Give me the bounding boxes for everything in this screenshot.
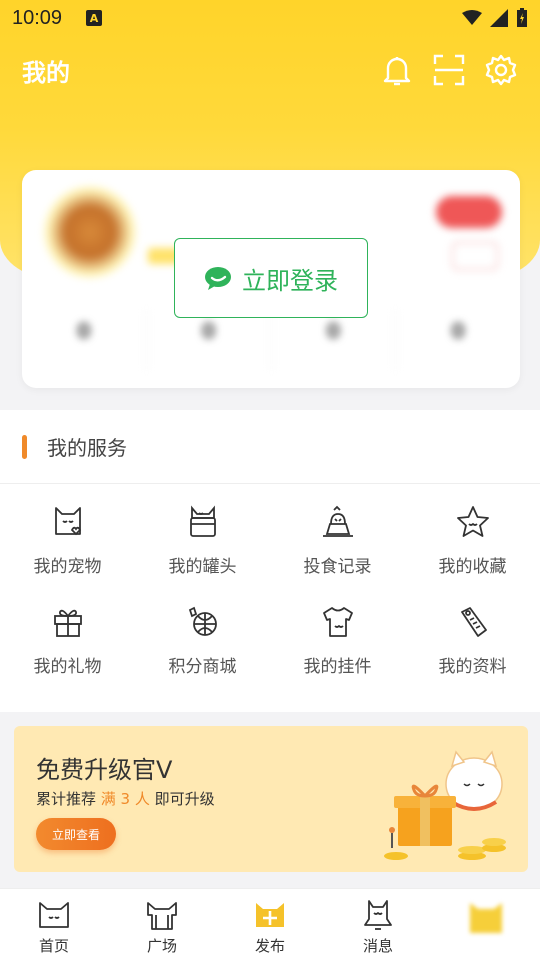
- services-section: 我的服务 我的宠物 我的罐头 投食记录 我的收藏 我的礼物 积分商城 我的挂件 …: [0, 410, 540, 712]
- bell-icon[interactable]: [380, 53, 414, 87]
- tab-label: 发布: [254, 937, 285, 955]
- tab-me[interactable]: [432, 889, 540, 960]
- wifi-icon: [462, 10, 482, 25]
- services-title: 我的服务: [47, 436, 127, 460]
- banner-description: 累计推荐 满 3 人 即可升级: [36, 788, 215, 809]
- profile-stats: 0 0 0 0: [22, 310, 520, 370]
- settings-gear-icon[interactable]: [484, 53, 518, 87]
- feeding-icon: [320, 502, 356, 542]
- stat-value: 0: [451, 319, 466, 343]
- services-grid: 我的宠物 我的罐头 投食记录 我的收藏 我的礼物 积分商城 我的挂件 我的资料: [0, 484, 540, 702]
- top-bar: 我的: [0, 48, 540, 92]
- banner-desc-prefix: 累计推荐: [36, 790, 101, 808]
- lucky-cat-gift-illustration: [384, 750, 506, 860]
- tab-label: 首页: [38, 937, 69, 955]
- status-time: 10:09: [12, 6, 63, 29]
- signal-icon: [490, 9, 508, 27]
- banner-desc-suffix: 即可升级: [149, 790, 215, 808]
- stat-label: [456, 347, 460, 361]
- points-mall-icon: [185, 602, 221, 642]
- can-icon: [185, 502, 221, 542]
- message-icon: [360, 897, 396, 933]
- tab-messages[interactable]: 消息: [324, 889, 432, 960]
- service-label: 积分商城: [168, 657, 237, 677]
- service-my-pendants[interactable]: 我的挂件: [270, 602, 405, 702]
- section-accent-bar: [22, 434, 27, 459]
- service-label: 我的收藏: [438, 557, 507, 577]
- stat-label: [82, 347, 86, 361]
- service-my-pets[interactable]: 我的宠物: [0, 502, 135, 602]
- service-label: 我的资料: [438, 657, 507, 677]
- bottom-tab-bar: 首页 广场 发布 消息: [0, 888, 540, 960]
- red-action-pill: [436, 196, 502, 228]
- profile-tag-icon: [455, 602, 491, 642]
- service-my-gifts[interactable]: 我的礼物: [0, 602, 135, 702]
- wechat-login-button[interactable]: 立即登录: [174, 238, 368, 318]
- square-icon: [144, 897, 180, 933]
- service-my-cans[interactable]: 我的罐头: [135, 502, 270, 602]
- avatar: [44, 186, 136, 278]
- notification-badge-icon: A: [86, 10, 103, 26]
- service-label: 我的礼物: [33, 657, 102, 677]
- star-icon: [455, 502, 491, 542]
- banner-title: 免费升级官V: [36, 756, 173, 784]
- login-label: 立即登录: [242, 266, 338, 295]
- me-avatar-icon: [466, 897, 506, 937]
- services-header: 我的服务: [0, 410, 540, 484]
- wechat-icon: [205, 267, 231, 290]
- battery-icon: [517, 8, 527, 27]
- tshirt-icon: [320, 602, 356, 642]
- tab-home[interactable]: 首页: [0, 889, 108, 960]
- stat-item: 0: [147, 310, 272, 370]
- tab-label: 消息: [362, 937, 393, 955]
- service-label: 我的宠物: [33, 557, 102, 577]
- service-my-favorites[interactable]: 我的收藏: [405, 502, 540, 602]
- service-label: 我的罐头: [168, 557, 237, 577]
- stat-value: 0: [326, 319, 341, 343]
- view-now-button[interactable]: 立即查看: [36, 818, 116, 850]
- service-label: 我的挂件: [303, 657, 372, 677]
- small-outline-pill: [452, 242, 498, 270]
- service-my-profile[interactable]: 我的资料: [405, 602, 540, 702]
- stat-item: 0: [396, 310, 520, 370]
- stat-value: 0: [201, 319, 216, 343]
- upgrade-banner[interactable]: 免费升级官V 累计推荐 满 3 人 即可升级 立即查看: [14, 726, 528, 872]
- publish-plus-icon: [252, 897, 288, 933]
- gift-icon: [50, 602, 86, 642]
- page-title: 我的: [22, 58, 70, 87]
- stat-item: 0: [22, 310, 147, 370]
- stat-label: [207, 347, 211, 361]
- stat-item: 0: [272, 310, 397, 370]
- home-cat-icon: [36, 897, 72, 933]
- tab-label: 广场: [146, 937, 177, 955]
- service-label: 投食记录: [303, 557, 372, 577]
- service-points-mall[interactable]: 积分商城: [135, 602, 270, 702]
- stat-value: 0: [76, 319, 91, 343]
- status-bar: 10:09 A: [0, 0, 540, 36]
- pet-cat-icon: [50, 502, 86, 542]
- stat-label: [331, 347, 335, 361]
- tab-publish[interactable]: 发布: [216, 889, 324, 960]
- tab-square[interactable]: 广场: [108, 889, 216, 960]
- service-feeding-records[interactable]: 投食记录: [270, 502, 405, 602]
- scan-icon[interactable]: [432, 53, 466, 87]
- banner-desc-highlight: 满 3 人: [100, 790, 150, 808]
